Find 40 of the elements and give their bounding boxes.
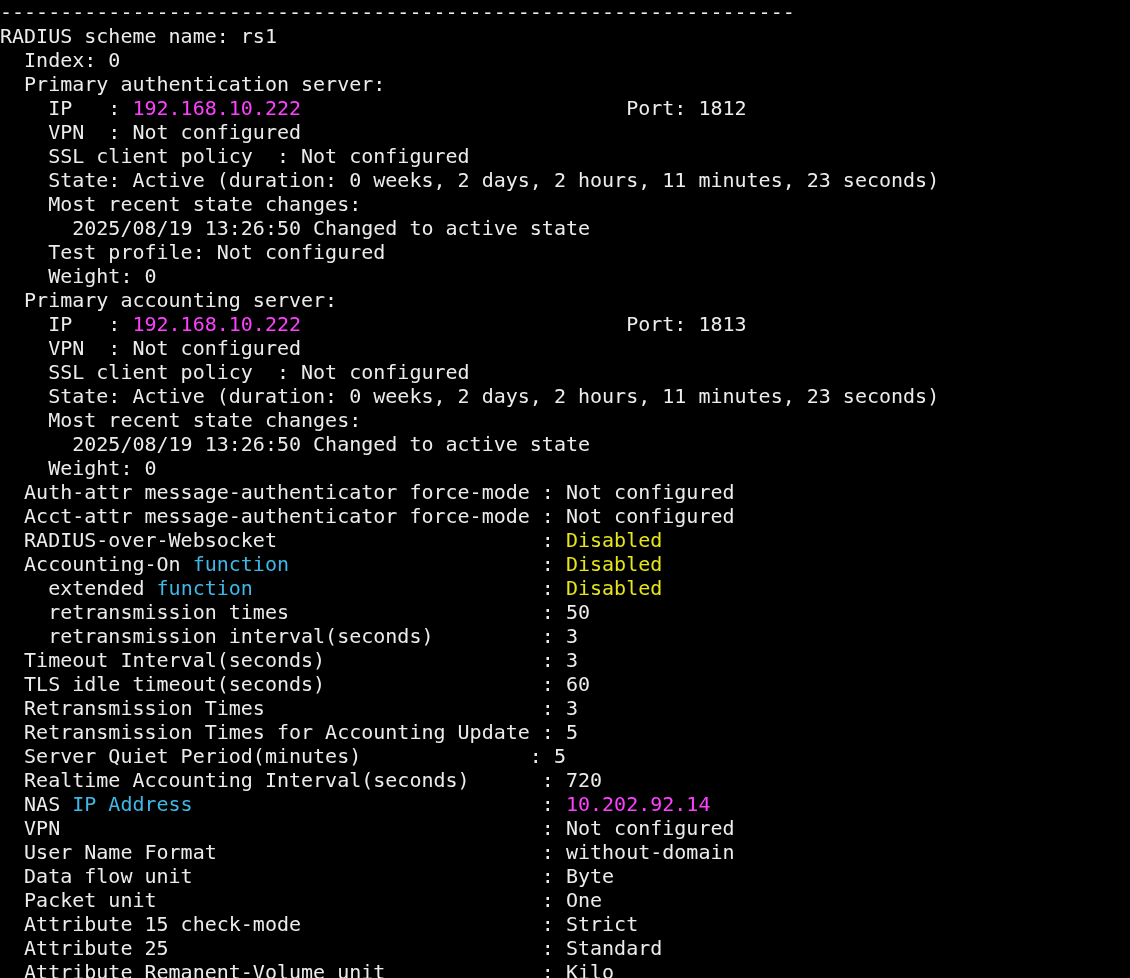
terminal-line: VPN : Not configured (47, 336, 302, 360)
terminal-line: Weight: 0 (47, 456, 157, 480)
terminal-line: Most recent state changes: (47, 408, 362, 432)
terminal-line: Packet unit : One (23, 888, 603, 912)
terminal-line: Primary accounting server: (23, 288, 338, 312)
terminal-line: Index: 0 (23, 48, 121, 72)
terminal-line: RADIUS scheme name: rs1 (0, 24, 277, 48)
terminal-line: Accounting-On function : Disabled (23, 552, 663, 576)
terminal-line: Retransmission Times : 3 (23, 696, 578, 720)
terminal-line: Most recent state changes: (47, 192, 362, 216)
terminal-line: SSL client policy : Not configured (47, 144, 470, 168)
terminal-line: extended function : Disabled (47, 576, 663, 600)
terminal-line: VPN : Not configured (23, 816, 735, 840)
terminal-line: Auth-attr message-authenticator force-mode : Not configured (23, 480, 735, 504)
terminal-line: 2025/08/19 13:26:50 Changed to active state (71, 432, 590, 456)
terminal-line: IP : 192.168.10.222 Port: 1812 (47, 96, 747, 120)
terminal-line: IP : 192.168.10.222 Port: 1813 (47, 312, 747, 336)
terminal-line: retransmission times : 50 (47, 600, 590, 624)
terminal-line: Attribute 15 check-mode : Strict (23, 912, 639, 936)
terminal-line: SSL client policy : Not configured (47, 360, 470, 384)
terminal-line: retransmission interval(seconds) : 3 (47, 624, 578, 648)
terminal-line: Server Quiet Period(minutes) : 5 (23, 744, 566, 768)
terminal-line: Data flow unit : Byte (23, 864, 615, 888)
terminal-line: Realtime Accounting Interval(seconds) : 720 (23, 768, 603, 792)
terminal-line: Test profile: Not configured (47, 240, 386, 264)
terminal-line: Primary authentication server: (23, 72, 386, 96)
terminal-line: NAS IP Address : 10.202.92.14 (23, 792, 711, 816)
terminal-line: State: Active (duration: 0 weeks, 2 days, 2 hours, 11 minutes, 23 seconds) (47, 168, 940, 192)
terminal-line: RADIUS-over-Websocket : Disabled (23, 528, 663, 552)
terminal-line: Weight: 0 (47, 264, 157, 288)
terminal-line: TLS idle timeout(seconds) : 60 (23, 672, 590, 696)
terminal-line: State: Active (duration: 0 weeks, 2 days, 2 hours, 11 minutes, 23 seconds) (47, 384, 940, 408)
terminal-line: Attribute 25 : Standard (23, 936, 663, 960)
terminal-line: User Name Format : without-domain (23, 840, 735, 864)
terminal-line: Acct-attr message-authenticator force-mode : Not configured (23, 504, 735, 528)
terminal-line: 2025/08/19 13:26:50 Changed to active state (71, 216, 590, 240)
terminal-line: VPN : Not configured (47, 120, 302, 144)
terminal-line: Retransmission Times for Accounting Update : 5 (23, 720, 578, 744)
terminal-line: ------------------------------------------------------------------ (0, 0, 795, 24)
terminal-line: Timeout Interval(seconds) : 3 (23, 648, 578, 672)
